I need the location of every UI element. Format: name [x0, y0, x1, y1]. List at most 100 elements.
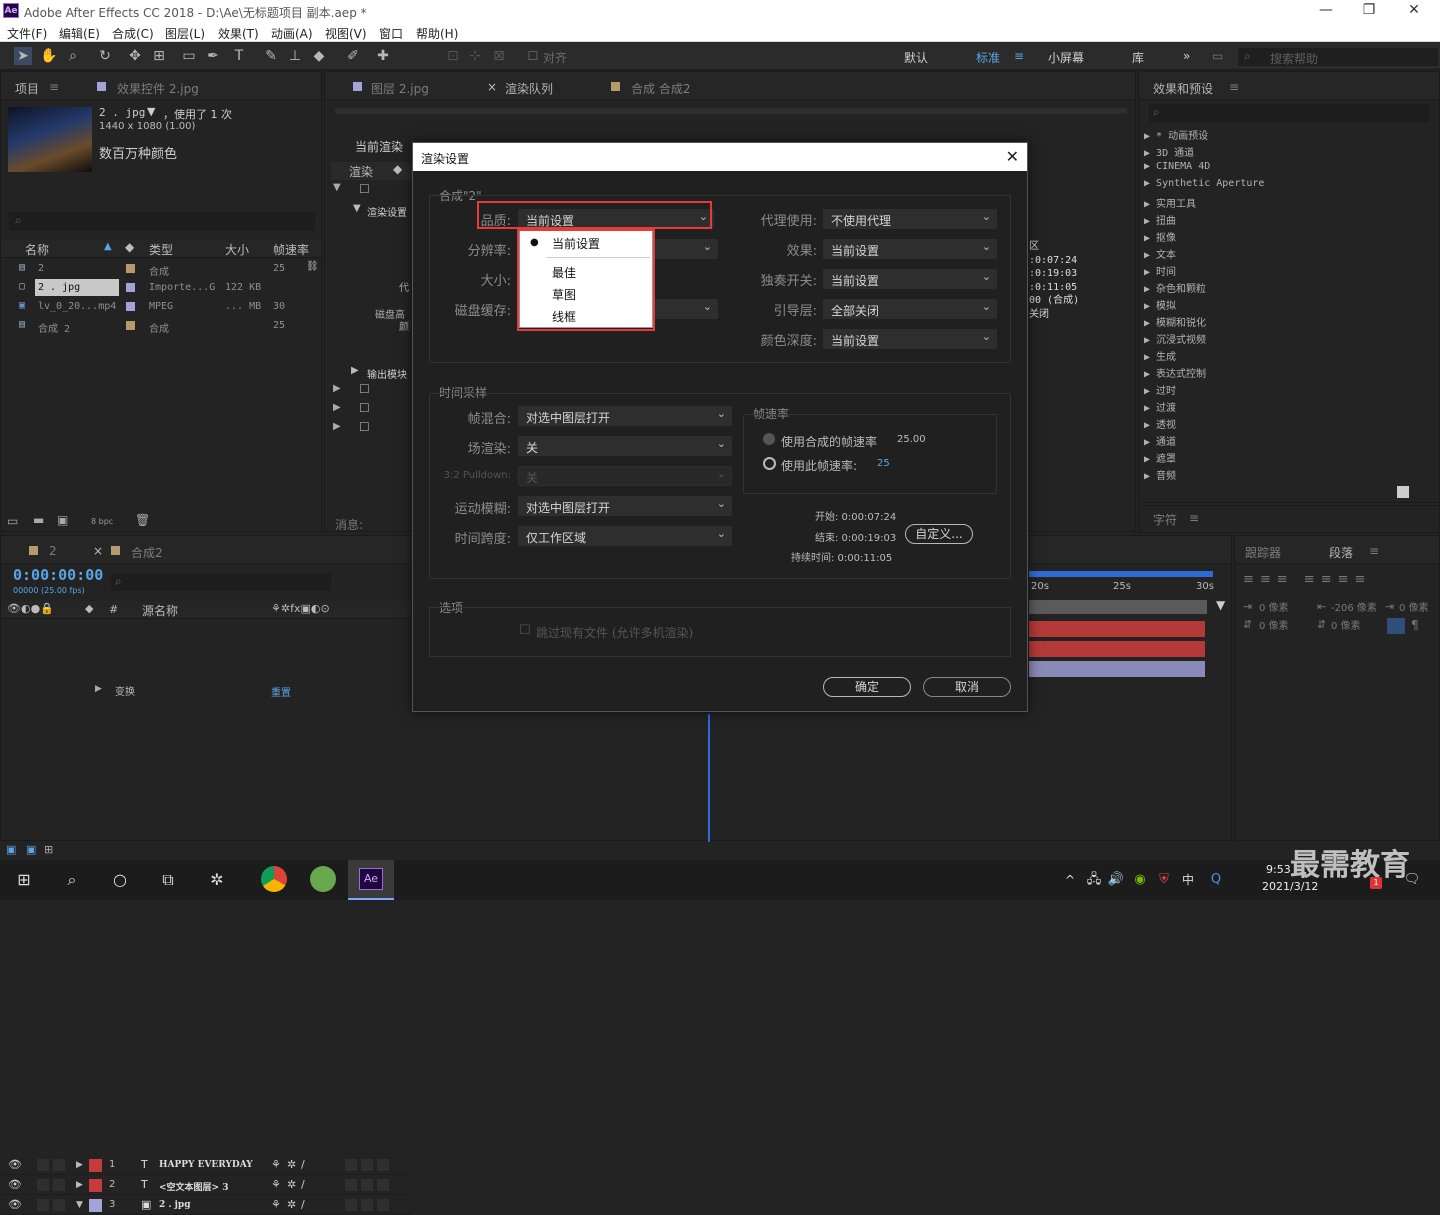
roto-brush-tool-icon[interactable]: ✐ [344, 47, 362, 65]
view-axis-icon[interactable]: ⊠ [490, 47, 508, 65]
layer-name[interactable]: HAPPY EVERYDAY [159, 1160, 253, 1170]
comp-flowchart-icon[interactable]: ▣ [6, 843, 16, 856]
effects-category-item[interactable]: ▶ 表达式控制 [1144, 365, 1206, 380]
trash-icon[interactable]: 🗑 [135, 513, 150, 527]
quality-switch-icon[interactable]: / [301, 1198, 305, 1211]
layer-row[interactable]: 👁 ▶ 2 T <空文本图层> 3 ⚘ ✲ / [1, 1176, 411, 1195]
expand-arrow-icon[interactable]: ▶ [333, 383, 341, 394]
expand-arrow-icon[interactable]: ▶ [333, 421, 341, 432]
effects-category-item[interactable]: ▶ 音频 [1144, 467, 1176, 482]
skip-files-checkbox[interactable]: ☐ [519, 623, 531, 638]
solo-toggle[interactable] [53, 1199, 65, 1211]
fx-switch[interactable] [345, 1159, 357, 1171]
shy-switch-icon[interactable]: ⚘ [271, 1198, 281, 1211]
layer-label-swatch[interactable] [89, 1199, 102, 1212]
space-after-value[interactable]: 0 像素 [1331, 617, 1361, 632]
tab-layer[interactable]: 图层 2.jpg [371, 80, 429, 97]
quality-switch-icon[interactable]: / [301, 1158, 305, 1171]
custom-time-button[interactable]: 自定义... [905, 524, 973, 544]
selection-tool-icon[interactable]: ➤ [14, 47, 32, 65]
search-icon[interactable]: ⌕ [60, 868, 84, 892]
render-checkbox[interactable]: ☐ [359, 401, 370, 415]
tab-paragraph[interactable]: 段落 [1329, 544, 1353, 561]
expand-settings-icon[interactable]: ▼ [353, 203, 361, 214]
collapse-switch-icon[interactable]: ✲ [287, 1178, 296, 1191]
rtl-direction-icon[interactable]: ¶ [1411, 618, 1419, 632]
security-icon[interactable]: ⛨ [1152, 868, 1176, 892]
rotate-tool-icon[interactable]: ↻ [96, 47, 114, 65]
effects-category-item[interactable]: ▶ CINEMA 4D [1144, 161, 1210, 172]
camera-tool-icon[interactable]: ✥ [126, 47, 144, 65]
menu-file[interactable]: 文件(F) [7, 25, 47, 42]
workspace-menu-icon[interactable]: ≡ [1014, 49, 1024, 63]
shy-switch-icon[interactable]: ⚘ [271, 1158, 281, 1171]
app-pinwheel-icon[interactable]: ✲ [205, 868, 229, 892]
time-span-select[interactable]: 仅工作区域 ⌄ [518, 526, 732, 546]
tray-up-icon[interactable]: ^ [1058, 868, 1082, 892]
col-source-name[interactable]: 源名称 [142, 602, 178, 619]
workspace-default[interactable]: 默认 [904, 49, 928, 66]
new-comp-icon[interactable]: ▣ [57, 513, 68, 527]
tab-effects-presets[interactable]: 效果和预设 [1153, 80, 1213, 97]
menu-edit[interactable]: 编辑(E) [59, 25, 100, 42]
col-name[interactable]: 名称 [25, 241, 49, 258]
tab-comp-2[interactable]: 2 [49, 544, 57, 558]
reset-link[interactable]: 重置 [271, 684, 291, 699]
proxy-select[interactable]: 不使用代理 ⌄ [823, 209, 997, 229]
zoom-tool-icon[interactable]: ⌕ [64, 47, 82, 65]
menu-window[interactable]: 窗口 [379, 25, 403, 42]
pen-tool-icon[interactable]: ✒ [204, 47, 222, 65]
effects-category-item[interactable]: ▶ * 动画预设 [1144, 127, 1208, 142]
flowchart-icon[interactable]: ⛓ [306, 261, 319, 272]
close-window-button[interactable]: ✕ [1399, 2, 1429, 18]
frame-blend-select[interactable]: 对选中图层打开 ⌄ [518, 406, 732, 426]
expand-output-icon[interactable]: ▶ [351, 365, 359, 376]
workspace-standard[interactable]: 标准 [976, 49, 1000, 66]
motion-blur-switch[interactable] [361, 1199, 373, 1211]
fx-switch[interactable] [345, 1199, 357, 1211]
panel-menu-icon[interactable]: ≡ [1369, 544, 1379, 558]
effects-category-item[interactable]: ▶ 模糊和锐化 [1144, 314, 1206, 329]
effects-category-item[interactable]: ▶ 过渡 [1144, 399, 1176, 414]
close-tab-icon[interactable]: × [487, 80, 497, 94]
project-row-2[interactable]: ▢ 2 . jpg Importe...G 122 KB [1, 278, 321, 297]
volume-icon[interactable]: 🔊 [1104, 868, 1128, 892]
cancel-button[interactable]: 取消 [923, 677, 1011, 697]
expand-transform-icon[interactable]: ▶ [95, 684, 102, 694]
timeline-search-input[interactable]: ⌕ [111, 573, 331, 591]
dialog-close-button[interactable]: ✕ [1006, 147, 1019, 166]
layer-name[interactable]: <空文本图层> 3 [159, 1180, 228, 1193]
visibility-eye-icon[interactable]: 👁 [8, 1158, 22, 1171]
minimize-button[interactable]: — [1311, 2, 1341, 18]
toggle-switches-icon[interactable]: ▣ [26, 843, 36, 856]
effects-search-input[interactable]: ⌕ [1149, 104, 1429, 122]
layer-bar-2[interactable] [1029, 641, 1205, 657]
space-before-value[interactable]: 0 像素 [1259, 617, 1289, 632]
tab-composition[interactable]: 合成 合成2 [631, 80, 690, 97]
paragraph-align-icons[interactable]: ≡≡≡ ≡≡≡≡ [1243, 572, 1371, 587]
guide-layers-select[interactable]: 全部关闭 ⌄ [823, 299, 997, 319]
ime-indicator[interactable]: 中 [1176, 868, 1200, 892]
audio-toggle[interactable] [37, 1179, 49, 1191]
field-render-select[interactable]: 关 ⌄ [518, 436, 732, 456]
stamp-tool-icon[interactable]: ⊥ [286, 47, 304, 65]
menu-composition[interactable]: 合成(C) [112, 25, 154, 42]
rectangle-tool-icon[interactable]: ▭ [180, 47, 198, 65]
visibility-eye-icon[interactable]: 👁 [8, 1178, 22, 1191]
eraser-tool-icon[interactable]: ◆ [310, 47, 328, 65]
effects-category-item[interactable]: ▶ 生成 [1144, 348, 1176, 363]
text-tool-icon[interactable]: T [230, 47, 248, 65]
search-help-field[interactable]: ⌕ 搜索帮助 [1238, 48, 1438, 66]
task-view-icon[interactable]: ⧉ [156, 868, 180, 892]
pan-behind-tool-icon[interactable]: ⊞ [150, 47, 168, 65]
effects-category-item[interactable]: ▶ 沉浸式视频 [1144, 331, 1206, 346]
project-row-1[interactable]: ▤ 2 合成 25 ⛓ [1, 259, 321, 278]
action-center-icon[interactable]: 🗨 [1400, 868, 1424, 892]
solo-toggle[interactable] [53, 1159, 65, 1171]
toggle-transfer-icon[interactable]: ⊞ [44, 843, 53, 856]
effects-category-item[interactable]: ▶ 3D 通道 [1144, 144, 1194, 159]
color-depth-select[interactable]: 当前设置 ⌄ [823, 329, 997, 349]
render-checkbox[interactable]: ☐ [359, 382, 370, 396]
qq-icon[interactable]: Q [1204, 868, 1228, 892]
menu-effect[interactable]: 效果(T) [218, 25, 259, 42]
